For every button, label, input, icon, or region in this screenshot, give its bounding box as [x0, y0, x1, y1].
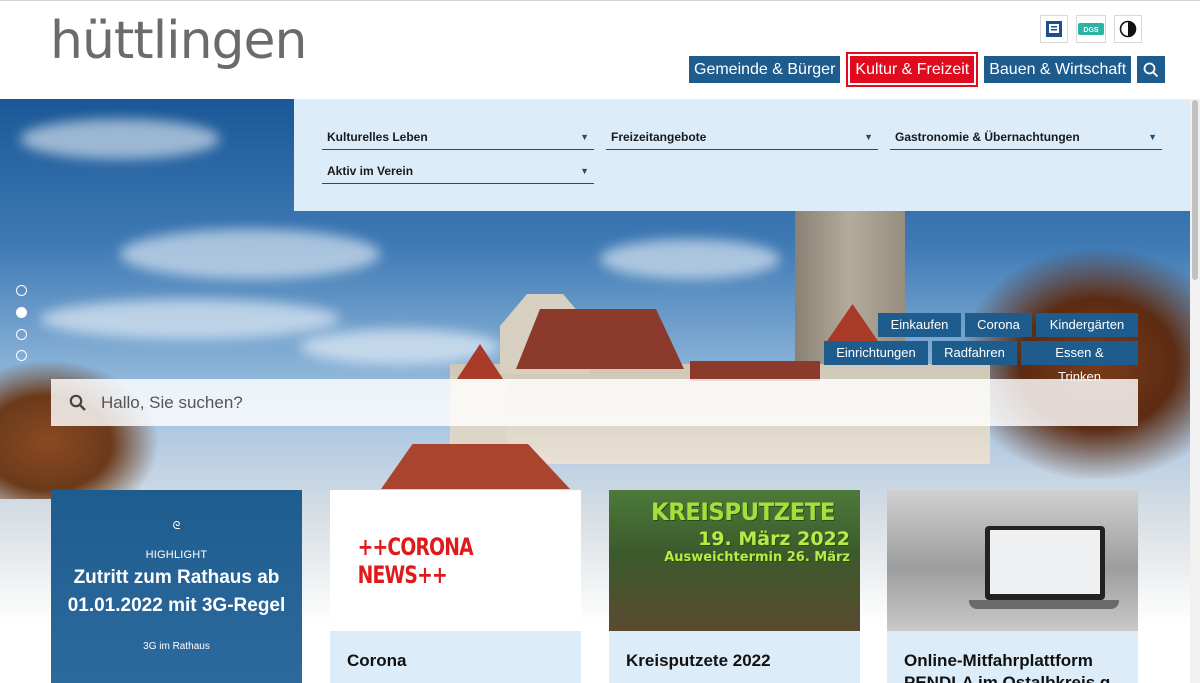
- dropdown-arrow-icon: ▼: [580, 166, 589, 176]
- nav-kultur-freizeit[interactable]: Kultur & Freizeit: [846, 52, 979, 87]
- submenu-label: Freizeitangebote: [611, 130, 707, 144]
- sign-language-button[interactable]: DGS: [1076, 15, 1106, 43]
- card-mitfahrplattform[interactable]: Online-Mitfahrplattform PENDLA im Ostalb…: [887, 490, 1138, 683]
- card-mitfahr-image: [887, 490, 1138, 631]
- contrast-button[interactable]: [1114, 15, 1142, 43]
- submenu-label: Kulturelles Leben: [327, 130, 428, 144]
- card-corona[interactable]: ++CORONA NEWS++ Corona: [330, 490, 581, 683]
- logo-text: hüttlingen: [50, 11, 307, 71]
- search-icon[interactable]: [69, 394, 87, 412]
- submenu-kulturelles-leben[interactable]: Kulturelles Leben ▼: [322, 126, 594, 150]
- dropdown-arrow-icon: ▼: [864, 132, 873, 142]
- site-logo[interactable]: hüttlingen: [50, 15, 307, 67]
- quick-link-radfahren[interactable]: Radfahren: [932, 341, 1017, 365]
- submenu-aktiv-im-verein[interactable]: Aktiv im Verein ▼: [322, 160, 594, 184]
- card-highlight-subtitle: 3G im Rathaus: [143, 641, 210, 652]
- quick-link-essen-trinken[interactable]: Essen & Trinken: [1021, 341, 1138, 384]
- kreisputzete-image-date: 19. März 2022: [698, 528, 850, 550]
- dropdown-arrow-icon: ▼: [1148, 132, 1157, 142]
- main-nav: Gemeinde & Bürger Kultur & Freizeit Baue…: [689, 52, 1166, 87]
- nav-bauen-wirtschaft[interactable]: Bauen & Wirtschaft: [984, 56, 1132, 83]
- search-bar: [51, 379, 1138, 426]
- slider-dot-2[interactable]: [16, 307, 27, 318]
- nav-gemeinde-buerger[interactable]: Gemeinde & Bürger: [689, 56, 841, 83]
- slider-dot-3[interactable]: [16, 329, 27, 340]
- card-kreisputzete[interactable]: KREISPUTZETE 19. März 2022 Ausweichtermi…: [609, 490, 860, 683]
- slider-dot-1[interactable]: [16, 285, 27, 296]
- contrast-icon: [1119, 20, 1137, 38]
- quick-link-kindergaerten[interactable]: Kindergärten: [1036, 313, 1138, 337]
- card-corona-image: ++CORONA NEWS++: [330, 490, 581, 631]
- highlight-icon: ᘓ: [172, 520, 181, 532]
- slider-dot-4[interactable]: [16, 350, 27, 361]
- easy-language-button[interactable]: [1040, 15, 1068, 43]
- card-highlight-label: HIGHLIGHT: [145, 549, 208, 561]
- card-highlight[interactable]: ᘓ HIGHLIGHT Zutritt zum Rathaus ab 01.01…: [51, 490, 302, 683]
- laptop-illustration: [985, 526, 1105, 600]
- quick-link-einkaufen[interactable]: Einkaufen: [878, 313, 961, 337]
- site-header: hüttlingen DGS Gemeinde & Bürger Kultur …: [0, 0, 1200, 99]
- dgs-label: DGS: [1083, 27, 1099, 34]
- submenu-label: Aktiv im Verein: [327, 164, 414, 178]
- submenu-panel: Kulturelles Leben ▼ Freizeitangebote ▼ G…: [294, 99, 1190, 211]
- submenu-freizeitangebote[interactable]: Freizeitangebote ▼: [606, 126, 878, 150]
- card-kreisputzete-image: KREISPUTZETE 19. März 2022 Ausweichtermi…: [609, 490, 860, 631]
- quick-link-einrichtungen[interactable]: Einrichtungen: [824, 341, 928, 365]
- kreisputzete-image-alt-date: Ausweichtermin 26. März: [664, 550, 850, 565]
- sign-language-dgs-icon: DGS: [1078, 23, 1104, 35]
- scrollbar-thumb[interactable]: [1192, 100, 1198, 280]
- submenu-gastronomie[interactable]: Gastronomie & Übernachtungen ▼: [890, 126, 1162, 150]
- submenu-label: Gastronomie & Übernachtungen: [895, 130, 1080, 144]
- search-input[interactable]: [101, 392, 1001, 413]
- card-kreisputzete-title: Kreisputzete 2022: [609, 631, 860, 683]
- easy-language-icon: [1046, 21, 1062, 37]
- card-highlight-title: Zutritt zum Rathaus ab 01.01.2022 mit 3G…: [67, 567, 286, 616]
- card-corona-title: Corona: [330, 631, 581, 683]
- card-mitfahr-title: Online-Mitfahrplattform PENDLA im Ostalb…: [887, 631, 1138, 683]
- corona-news-text: ++CORONA NEWS++: [357, 532, 474, 589]
- dropdown-arrow-icon: ▼: [580, 132, 589, 142]
- search-icon: [1143, 62, 1159, 77]
- quick-link-corona[interactable]: Corona: [965, 313, 1032, 337]
- nav-search-button[interactable]: [1137, 56, 1166, 83]
- kreisputzete-image-title: KREISPUTZETE: [651, 498, 836, 526]
- utility-bar: DGS: [1040, 15, 1142, 43]
